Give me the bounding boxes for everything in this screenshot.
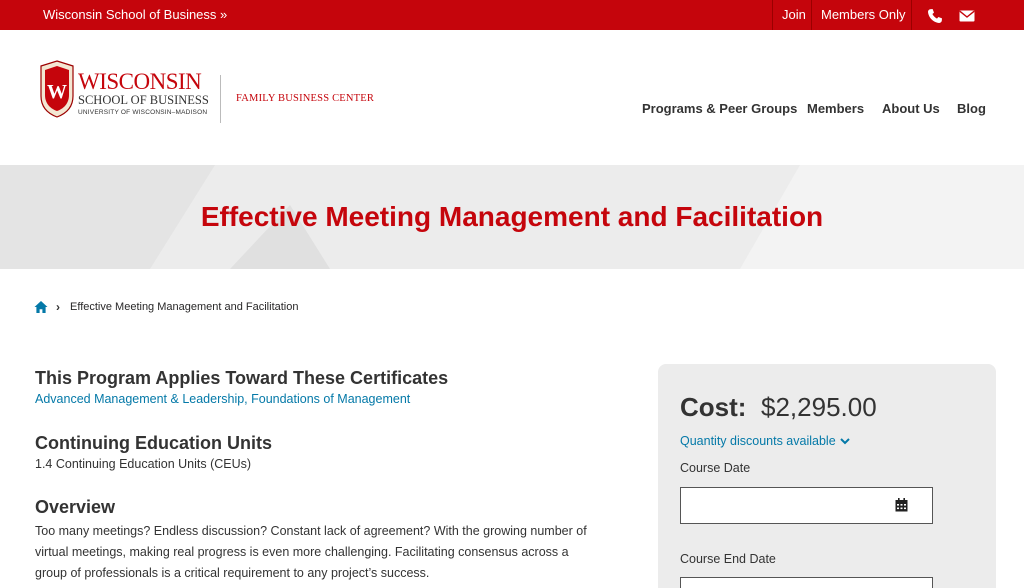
- site-header: W WISCONSIN SCHOOL OF BUSINESS UNIVERSIT…: [0, 30, 1024, 165]
- divider: [772, 0, 773, 30]
- envelope-icon[interactable]: [959, 8, 975, 24]
- breadcrumb-separator-icon: ›: [56, 300, 60, 314]
- nav-programs-peer-groups[interactable]: Programs & Peer Groups: [642, 101, 797, 116]
- home-icon[interactable]: [34, 300, 48, 314]
- course-end-date-label: Course End Date: [680, 552, 776, 566]
- page-title: Effective Meeting Management and Facilit…: [200, 201, 824, 232]
- chevron-down-icon[interactable]: [840, 436, 850, 446]
- page-hero-banner: Effective Meeting Management and Facilit…: [0, 165, 1024, 269]
- logo-school-text: SCHOOL OF BUSINESS: [78, 93, 209, 107]
- logo-wisconsin-text: WISCONSIN: [78, 69, 202, 94]
- join-link[interactable]: Join: [782, 0, 806, 30]
- svg-text:W: W: [47, 81, 67, 103]
- cost-label: Cost:: [680, 392, 747, 422]
- family-business-center-label[interactable]: FAMILY BUSINESS CENTER: [236, 93, 374, 104]
- course-end-date-input[interactable]: [680, 577, 933, 588]
- certificates-links[interactable]: Advanced Management & Leadership, Founda…: [35, 392, 410, 406]
- breadcrumb-current: Effective Meeting Management and Facilit…: [70, 301, 299, 313]
- ceu-heading: Continuing Education Units: [35, 433, 272, 453]
- course-date-input[interactable]: [680, 487, 933, 524]
- divider: [811, 0, 812, 30]
- nav-members[interactable]: Members: [807, 101, 864, 116]
- ceu-value: 1.4 Continuing Education Units (CEUs): [35, 457, 252, 471]
- top-utility-bar: Wisconsin School of Business » Join Memb…: [0, 0, 1024, 30]
- calendar-icon[interactable]: [895, 498, 908, 512]
- quantity-discounts-link[interactable]: Quantity discounts available: [680, 434, 836, 448]
- cost-value: $2,295.00: [761, 392, 877, 422]
- course-date-label: Course Date: [680, 461, 751, 475]
- overview-heading: Overview: [35, 497, 116, 517]
- wisconsin-school-of-business-link[interactable]: Wisconsin School of Business »: [43, 0, 227, 30]
- logo-university-text: UNIVERSITY OF WISCONSIN–MADISON: [78, 109, 208, 116]
- logo-divider: [220, 75, 221, 123]
- members-only-link[interactable]: Members Only: [821, 0, 906, 30]
- wisconsin-school-of-business-logo[interactable]: WISCONSIN SCHOOL OF BUSINESS UNIVERSITY …: [78, 69, 209, 119]
- uw-crest-icon[interactable]: W: [39, 60, 75, 118]
- overview-text: Too many meetings? Endless discussion? C…: [35, 524, 587, 580]
- certificates-heading: This Program Applies Toward These Certif…: [35, 368, 449, 388]
- phone-icon[interactable]: [927, 8, 943, 24]
- nav-blog[interactable]: Blog: [957, 101, 986, 116]
- nav-about-us[interactable]: About Us: [882, 101, 940, 116]
- divider: [911, 0, 912, 30]
